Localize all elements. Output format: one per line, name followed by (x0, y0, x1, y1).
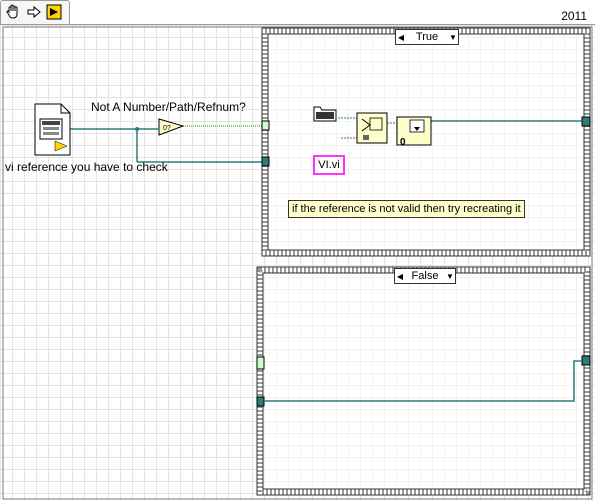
control-label: vi reference you have to check (5, 160, 168, 174)
svg-text:0?: 0? (163, 125, 171, 132)
prev-case-icon[interactable]: ◀ (395, 270, 405, 282)
dropdown-icon[interactable]: ▼ (448, 31, 458, 43)
run-icon[interactable] (45, 3, 63, 21)
comment-label: if the reference is not valid then try r… (288, 200, 525, 218)
wire-junction (135, 127, 139, 131)
vi-reference-control[interactable] (34, 103, 71, 156)
not-a-refnum-function[interactable]: 0? (158, 118, 185, 136)
case-selector-true-label: True (415, 31, 439, 43)
block-diagram-toolbar: 2011 (0, 0, 595, 26)
zero-constant[interactable]: 0 (400, 137, 406, 148)
selector-terminal-false (256, 356, 265, 370)
case-false-grid (264, 274, 583, 488)
case-selector-true[interactable]: ◀ True ▼ (395, 29, 459, 45)
open-vi-ref-function[interactable] (356, 112, 388, 144)
input-tunnel-true (261, 156, 270, 167)
vi-path-constant[interactable]: VI.vi (313, 155, 345, 175)
input-tunnel-false (256, 396, 265, 407)
output-tunnel-true (581, 116, 591, 127)
diagram-canvas: 0? (2, 26, 593, 500)
year-label: 2011 (561, 9, 587, 23)
prev-case-icon[interactable]: ◀ (396, 31, 406, 43)
case-selector-false-label: False (411, 270, 439, 282)
case-selector-false[interactable]: ◀ False ▼ (394, 268, 456, 284)
function-label: Not A Number/Path/Refnum? (91, 100, 246, 114)
hand-icon[interactable] (4, 3, 22, 21)
block-diagram[interactable]: 0? vi reference you have to check Not A … (0, 25, 595, 500)
selector-terminal-true (261, 120, 270, 131)
dropdown-icon[interactable]: ▼ (445, 270, 455, 282)
output-tunnel-false (581, 355, 591, 366)
arrow-right-icon[interactable] (25, 3, 43, 21)
